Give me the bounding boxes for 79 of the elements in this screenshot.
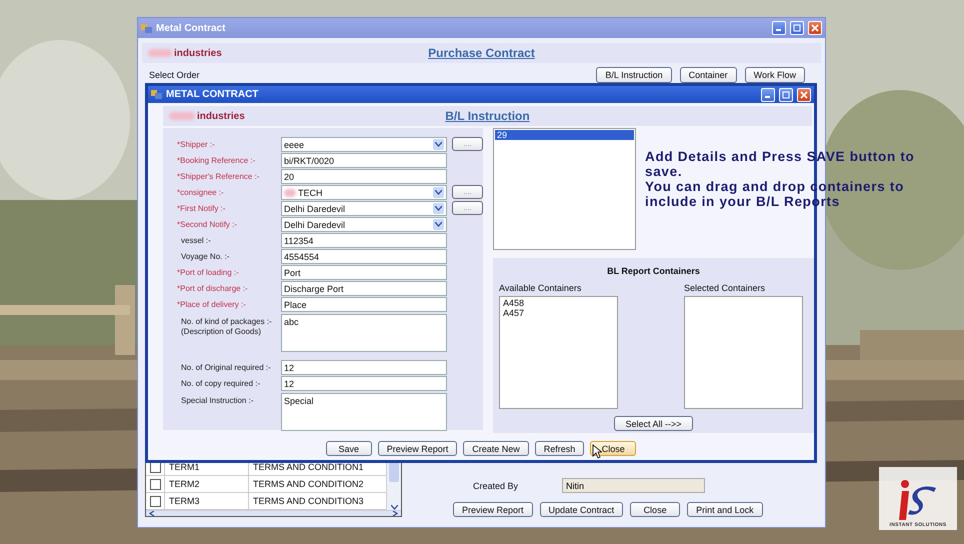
action-button[interactable]: Create New [463,441,529,456]
maximize-button[interactable] [779,88,793,102]
dropdown-field[interactable]: Delhi Daredevil [281,217,447,232]
field-label: *Shipper's Reference :- [177,171,260,182]
input-field[interactable]: 112354 [281,233,447,248]
company-name: industries [148,48,428,58]
input-field[interactable]: Place [281,297,447,312]
toolbar-button[interactable]: Work Flow [744,67,805,83]
table-cell: TERM2 [164,476,248,492]
window-title: METAL CONTRACT [166,89,260,100]
field-label: *Second Notify :- [177,219,238,230]
app-icon [141,22,152,34]
scrollbar[interactable] [146,510,401,516]
maximize-icon [782,90,790,98]
input-field[interactable]: Discharge Port [281,281,447,296]
field-label: No. of copy required :- [180,378,262,389]
input-field[interactable]: Nitin [562,478,706,493]
table-cell: TERM3 [164,493,248,509]
dropdown-field[interactable]: TECH [281,185,447,200]
cursor-icon [592,444,602,459]
action-button[interactable]: Preview Report [453,502,533,517]
dropdown-field[interactable]: Delhi Daredevil [281,201,447,216]
list-box[interactable]: A458 A457 [499,296,618,409]
field-label: No. of Original required :- [180,362,272,373]
close-button[interactable] [797,88,811,102]
text-area[interactable]: abc [281,314,447,352]
field-label: vessel :- [180,235,212,246]
app-icon [151,89,162,100]
field-label: *Port of discharge :- [177,283,249,294]
list-box[interactable] [684,296,803,409]
list-label: Selected Containers [684,283,766,293]
maximize-button[interactable] [790,21,804,35]
minimize-button[interactable] [761,88,775,102]
close-button[interactable] [808,21,822,35]
company-name: industries [169,110,446,122]
dropdown-field[interactable]: eeee [281,137,447,152]
field-label: Created By [473,480,518,490]
list-label: Available Containers [499,283,582,293]
field-label: *Shipper :- [177,139,216,150]
list-item[interactable]: A458 [501,298,616,308]
input-field[interactable]: 12 [281,360,447,375]
checkbox[interactable] [150,478,160,490]
field-label: *Place of delivery :- [177,299,247,310]
list-item[interactable]: A457 [501,308,616,318]
input-field[interactable]: Port [281,265,447,280]
action-button[interactable]: Preview Report [378,441,458,456]
field-label: *Port of loading :- [177,267,240,278]
input-field[interactable]: 4554554 [281,249,447,264]
field-label: Special Instruction :- [180,395,254,406]
field-label: *First Notify :- [177,203,226,214]
action-button[interactable]: Print and Lock [687,502,763,517]
field-label: No. of kind of packages :- (Description of Goods) [180,316,273,337]
action-button[interactable]: Update Contract [540,502,624,517]
field-label: *Booking Reference :- [177,155,256,166]
input-field[interactable]: 12 [281,376,447,391]
input-field[interactable]: 20 [281,169,447,184]
close-icon [811,24,819,32]
list-item[interactable]: 29 [495,130,634,140]
toolbar-button[interactable]: Container [680,67,737,83]
input-field[interactable]: bi/RKT/0020 [281,153,447,168]
action-button[interactable]: Save [326,441,372,456]
select-all-button[interactable]: Select All -->> [614,416,693,431]
text-area[interactable]: Special [281,393,447,431]
field-label: Select Order [149,70,200,80]
close-icon [800,90,808,98]
field-label: Voyage No. :- [180,251,230,262]
action-button[interactable]: Close [630,502,680,517]
list-box[interactable]: 29 [493,128,636,250]
maximize-icon [793,24,801,32]
toolbar-button[interactable]: B/L Instruction [596,67,672,83]
form-heading: B/L Instruction [445,109,530,123]
field-label: *consignee :- [177,187,225,198]
minimize-button[interactable] [772,21,786,35]
window-title: Metal Contract [156,22,226,34]
form-heading: Purchase Contract [428,46,535,60]
action-button[interactable]: Refresh [534,441,584,456]
action-button[interactable]: Close [590,441,636,456]
checkbox[interactable] [150,496,160,506]
panel-title: BL Report Containers [607,266,700,276]
